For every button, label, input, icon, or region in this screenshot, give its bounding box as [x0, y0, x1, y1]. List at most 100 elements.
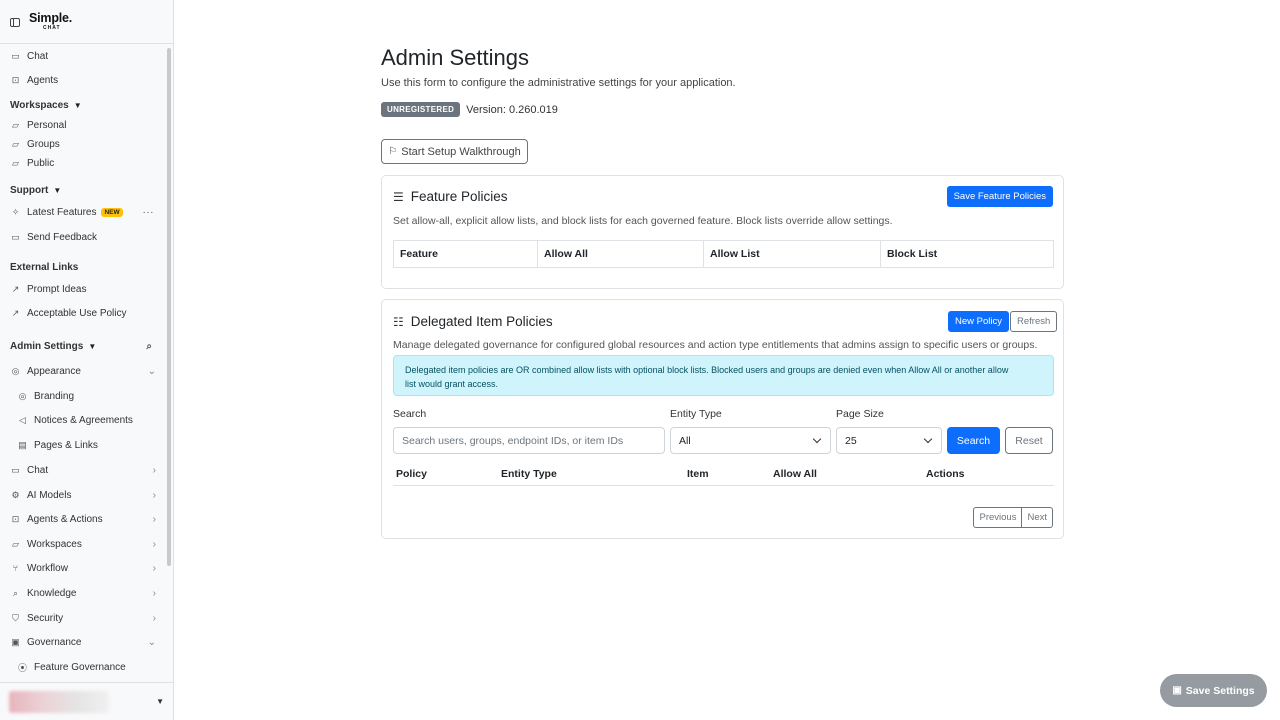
sidebar-item-security[interactable]: ⛉ Security › [10, 608, 156, 628]
chevron-down-icon [923, 434, 933, 444]
sidebar-scrollbar[interactable] [167, 48, 171, 566]
delegated-item-policies-title: ☷ Delegated Item Policies [393, 314, 553, 329]
page-size-label: Page Size [836, 408, 884, 420]
sidebar-item-pages-links[interactable]: ▤ Pages & Links [17, 435, 156, 455]
delegated-description: Manage delegated governance for configur… [393, 339, 1038, 351]
sidebar-section-support[interactable]: Support ▼ [10, 181, 156, 199]
chat-icon: ▭ [11, 464, 20, 475]
sidebar-item-workflow[interactable]: ⑂ Workflow › [10, 558, 156, 578]
chevron-down-icon [812, 434, 822, 444]
caret-down-icon: ▼ [53, 185, 62, 195]
column-header: Allow All [773, 468, 817, 480]
search-icon: ⌕ [12, 587, 19, 598]
delegated-policies-table: Policy Entity Type Item Allow All Action… [393, 461, 1054, 486]
more-options-icon[interactable]: ··· [143, 207, 155, 218]
app-logo[interactable]: Simple. CHAT [29, 12, 72, 31]
chevron-down-icon: ⌄ [147, 365, 156, 377]
feature-policies-title: ☰ Feature Policies [393, 189, 508, 204]
avatar [9, 690, 109, 713]
palette-icon: ◎ [11, 365, 20, 376]
search-label: Search [393, 408, 427, 420]
column-header: Item [687, 468, 709, 480]
external-link-icon: ↗ [11, 283, 20, 294]
search-button[interactable]: Search [947, 427, 1000, 454]
signpost-icon: ⚐ [388, 146, 398, 157]
start-setup-walkthrough-button[interactable]: ⚐ Start Setup Walkthrough [381, 139, 528, 164]
chevron-down-icon: ⌄ [147, 636, 156, 648]
clipboard-icon: ▣ [11, 636, 20, 647]
sidebar-item-prompt-ideas[interactable]: ↗ Prompt Ideas [10, 279, 156, 299]
sidebar-nav: ▭ Chat ⊡ Agents Workspaces ▼ ▱ Personal ▱… [0, 44, 166, 682]
column-header: Allow List [704, 241, 881, 267]
cpu-icon: ⚙ [11, 489, 20, 500]
sidebar-item-agents-actions[interactable]: ⊡ Agents & Actions › [10, 509, 156, 529]
delegated-item-policies-card: ☷ Delegated Item Policies New Policy Ref… [381, 299, 1064, 539]
previous-button[interactable]: Previous [973, 507, 1023, 528]
feature-policies-table: Feature Allow All Allow List Block List [393, 240, 1054, 268]
sidebar-item-agents[interactable]: ⊡ Agents [10, 70, 156, 90]
entity-type-label: Entity Type [670, 408, 722, 420]
column-header: Actions [926, 468, 965, 480]
sidebar-item-ai-models[interactable]: ⚙ AI Models › [10, 485, 156, 505]
broadcast-icon: ⦿ [17, 662, 27, 673]
megaphone-icon: ◁ [19, 414, 26, 425]
sidebar-item-governance[interactable]: ▣ Governance ⌄ [10, 632, 156, 652]
sidebar-item-groups[interactable]: ▱ Groups [10, 134, 156, 154]
sidebar-toggle-icon[interactable] [10, 18, 20, 27]
sidebar-item-appearance[interactable]: ◎ Appearance ⌄ [10, 361, 156, 381]
list-check-icon: ☷ [393, 314, 404, 329]
new-policy-button[interactable]: New Policy [948, 311, 1009, 332]
sidebar-section-workspaces[interactable]: Workspaces ▼ [10, 96, 156, 114]
search-icon[interactable]: ⌕ [146, 341, 152, 352]
refresh-button[interactable]: Refresh [1010, 311, 1058, 332]
sidebar-item-chat[interactable]: ▭ Chat [10, 46, 156, 66]
chevron-right-icon: › [152, 562, 156, 574]
version-row: UNREGISTERED Version: 0.260.019 [381, 102, 558, 117]
chevron-right-icon: › [152, 612, 156, 624]
feature-policies-description: Set allow-all, explicit allow lists, and… [393, 215, 893, 227]
caret-down-icon: ▼ [88, 341, 97, 351]
sidebar-item-public[interactable]: ▱ Public [10, 153, 156, 173]
floppy-disk-icon: ▣ [1172, 685, 1182, 696]
caret-down-icon: ▼ [73, 100, 82, 110]
chevron-right-icon: › [152, 587, 156, 599]
robot-icon: ⊡ [11, 74, 20, 85]
logo-subtext: CHAT [43, 24, 61, 31]
sidebar-item-admin-chat[interactable]: ▭ Chat › [10, 460, 156, 480]
status-badge: UNREGISTERED [381, 102, 461, 117]
sidebar: Simple. CHAT ▭ Chat ⊡ Agents Workspaces ▼… [0, 0, 174, 720]
sidebar-item-branding[interactable]: ◎ Branding [17, 386, 156, 406]
pagination: Previous Next [973, 507, 1053, 528]
save-settings-button[interactable]: ▣ Save Settings [1160, 674, 1267, 707]
chevron-right-icon: › [152, 464, 156, 476]
next-button[interactable]: Next [1022, 507, 1053, 528]
logo-text: Simple. [29, 11, 73, 26]
sparkle-icon: ✧ [11, 206, 20, 217]
sidebar-item-personal[interactable]: ▱ Personal [10, 115, 156, 135]
sidebar-item-latest-features[interactable]: ✧ Latest Features NEW ··· [10, 202, 156, 222]
search-input[interactable] [393, 427, 665, 454]
chat-icon: ▭ [11, 50, 20, 61]
reset-button[interactable]: Reset [1005, 427, 1053, 454]
shield-icon: ⛉ [12, 612, 19, 623]
save-feature-policies-button[interactable]: Save Feature Policies [946, 186, 1053, 207]
entity-type-select[interactable]: All [670, 427, 831, 454]
page-size-select[interactable]: 25 [836, 427, 942, 454]
sidebar-section-external-links: External Links [10, 261, 79, 273]
feedback-icon: ▭ [11, 231, 20, 242]
sidebar-item-feature-governance[interactable]: ⦿ Feature Governance [17, 657, 156, 677]
sidebar-header: Simple. CHAT [0, 0, 173, 44]
folder-icon: ▱ [12, 119, 19, 130]
page-subtitle: Use this form to configure the administr… [381, 77, 736, 89]
folder-icon: ▱ [12, 157, 19, 168]
column-header: Block List [887, 248, 938, 260]
column-header: Entity Type [501, 468, 557, 480]
sidebar-item-notices-agreements[interactable]: ◁ Notices & Agreements [17, 410, 156, 430]
sidebar-item-acceptable-use-policy[interactable]: ↗ Acceptable Use Policy [10, 303, 156, 323]
sidebar-section-admin-settings[interactable]: Admin Settings ▼ ⌕ [10, 337, 156, 355]
sidebar-item-admin-workspaces[interactable]: ▱ Workspaces › [10, 534, 156, 554]
sidebar-item-knowledge[interactable]: ⌕ Knowledge › [10, 583, 156, 603]
sidebar-item-send-feedback[interactable]: ▭ Send Feedback [10, 227, 156, 247]
new-badge: NEW [101, 207, 123, 217]
user-menu[interactable]: ▼ [0, 682, 174, 720]
